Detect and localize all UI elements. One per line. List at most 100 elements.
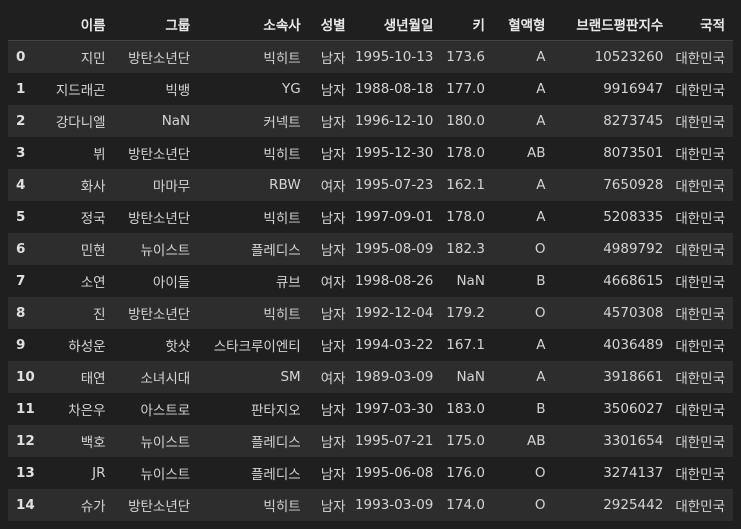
row-index: 8	[16, 305, 26, 321]
table-cell: 178.0	[446, 145, 485, 161]
table-cell: 빅히트	[263, 307, 301, 323]
table-cell: 179.2	[446, 305, 485, 321]
row-index: 2	[16, 113, 26, 129]
table-cell: 182.3	[446, 241, 485, 257]
table-cell: 빅히트	[263, 51, 301, 67]
table-cell: 183.0	[446, 401, 485, 417]
table-cell: 177.0	[446, 81, 485, 97]
table-cell: RBW	[269, 177, 301, 193]
table-cell: 1992-12-04	[354, 305, 434, 321]
table-cell: SM	[280, 369, 301, 385]
table-cell: 남자	[320, 115, 346, 131]
table-cell: 176.0	[446, 465, 485, 481]
table-cell: 화사	[80, 179, 106, 195]
table-cell: 대한민국	[675, 403, 725, 419]
table-row: 9 하성운 핫샷 스타크루이엔티 남자 1994-03-22 167.1 A 4036489 대한…	[8, 329, 733, 361]
table-cell: 뉴이스트	[140, 467, 191, 483]
column-header: 이름	[42, 8, 114, 41]
table-cell: 스타크루이엔티	[213, 339, 301, 355]
table-cell: 대한민국	[675, 243, 725, 259]
table-cell: 마마무	[152, 179, 191, 195]
table-cell: 남자	[320, 147, 346, 163]
table-cell: 3274137	[603, 465, 664, 481]
table-cell: 10523260	[594, 49, 664, 65]
table-cell: 대한민국	[675, 179, 725, 195]
table-row: 7 소연 아이들 큐브 여자 1998-08-26 NaN B 4668615 대한민국	[8, 265, 733, 297]
table-cell: 대한민국	[675, 339, 725, 355]
column-header: 소속사	[198, 8, 309, 41]
table-cell: 큐브	[275, 275, 301, 291]
table-row: 3 뷔 방탄소년단 빅히트 남자 1995-12-30 178.0 AB 8073501 대한민국	[8, 137, 733, 169]
column-header: 키	[441, 8, 493, 41]
table-cell: 대한민국	[675, 147, 725, 163]
table-cell: 빅히트	[263, 147, 301, 163]
table-cell: 아이들	[152, 275, 191, 291]
table-cell: A	[536, 337, 546, 353]
table-cell: 3506027	[603, 401, 664, 417]
table-row: 2 강다니엘 NaN 커넥트 남자 1996-12-10 180.0 A 8273745 대한민국	[8, 105, 733, 137]
column-header: 국적	[671, 8, 733, 41]
table-cell: A	[536, 113, 546, 129]
row-index: 3	[16, 145, 26, 161]
table-cell: 1997-09-01	[354, 209, 434, 225]
table-cell: NaN	[161, 113, 191, 129]
table-cell: AB	[526, 145, 546, 161]
table-cell: 4989792	[603, 241, 664, 257]
table-header: 이름 그룹 소속사 성별 생년월일 키 혈액형 브랜드평판지수 국적	[8, 8, 733, 41]
table-cell: 슈가	[80, 499, 106, 515]
table-cell: 빅히트	[263, 499, 301, 515]
table-cell: 1995-06-08	[354, 465, 434, 481]
table-cell: 4668615	[603, 273, 664, 289]
row-index: 9	[16, 337, 26, 353]
table-cell: 1993-03-09	[354, 497, 434, 513]
table-cell: 뉴이스트	[140, 243, 191, 259]
dataframe-output: 이름 그룹 소속사 성별 생년월일 키 혈액형 브랜드평판지수 국적 0 지민 방탄소년단 빅히트 남자…	[0, 0, 733, 521]
table-row: 13 JR 뉴이스트 플레디스 남자 1995-06-08 176.0 O 3274137 대한민…	[8, 457, 733, 489]
table-cell: 플레디스	[251, 243, 301, 259]
dataframe-table: 이름 그룹 소속사 성별 생년월일 키 혈액형 브랜드평판지수 국적 0 지민 방탄소년단 빅히트 남자…	[8, 8, 733, 521]
table-cell: 대한민국	[675, 371, 725, 387]
table-cell: 대한민국	[675, 435, 725, 451]
table-cell: 남자	[320, 467, 346, 483]
row-index: 11	[16, 401, 35, 417]
table-cell: 여자	[320, 275, 346, 291]
table-cell: 5208335	[603, 209, 664, 225]
table-cell: 남자	[320, 499, 346, 515]
table-cell: 1995-10-13	[354, 49, 434, 65]
column-header: 브랜드평판지수	[553, 8, 672, 41]
table-cell: 7650928	[603, 177, 664, 193]
table-cell: 9916947	[603, 81, 664, 97]
table-row: 11 차은우 아스트로 판타지오 남자 1997-03-30 183.0 B 3506027 대한…	[8, 393, 733, 425]
table-cell: 아스트로	[140, 403, 191, 419]
table-cell: O	[534, 465, 546, 481]
table-cell: AB	[526, 433, 546, 449]
table-row: 0 지민 방탄소년단 빅히트 남자 1995-10-13 173.6 A 10523260 대한민…	[8, 40, 733, 73]
table-cell: 남자	[320, 403, 346, 419]
table-cell: 167.1	[446, 337, 485, 353]
column-header: 생년월일	[353, 8, 442, 41]
table-cell: 4036489	[603, 337, 664, 353]
table-cell: 강다니엘	[55, 115, 106, 131]
table-cell: 173.6	[446, 49, 485, 65]
table-cell: 남자	[320, 307, 346, 323]
row-index: 12	[16, 433, 35, 449]
table-cell: 빅뱅	[165, 83, 191, 99]
row-index: 7	[16, 273, 26, 289]
table-cell: 대한민국	[675, 211, 725, 227]
table-cell: 1997-03-30	[354, 401, 434, 417]
table-cell: 남자	[320, 339, 346, 355]
table-cell: 174.0	[446, 497, 485, 513]
table-cell: 백호	[80, 435, 106, 451]
table-cell: 1995-07-23	[354, 177, 434, 193]
table-cell: 8273745	[603, 113, 664, 129]
row-index: 4	[16, 177, 26, 193]
table-cell: O	[534, 497, 546, 513]
table-cell: 핫샷	[165, 339, 191, 355]
table-cell: A	[536, 81, 546, 97]
header-row: 이름 그룹 소속사 성별 생년월일 키 혈액형 브랜드평판지수 국적	[8, 8, 733, 41]
table-cell: A	[536, 369, 546, 385]
table-cell: 남자	[320, 211, 346, 227]
table-cell: 정국	[80, 211, 106, 227]
row-index: 1	[16, 81, 26, 97]
table-cell: 커넥트	[263, 115, 301, 131]
